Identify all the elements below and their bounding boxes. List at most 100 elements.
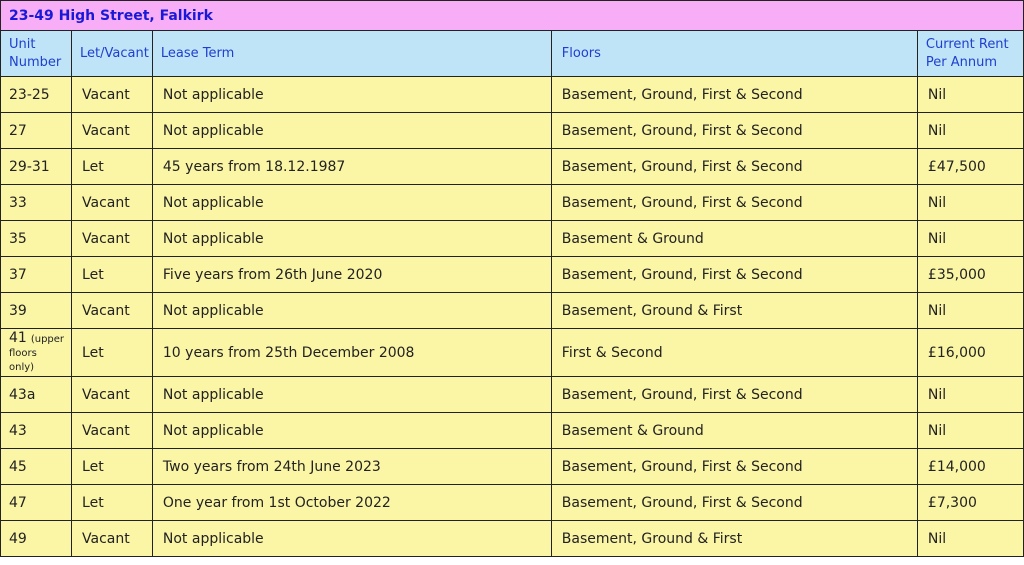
cell-current-rent: Nil	[916, 292, 1024, 329]
unit-number: 45	[9, 458, 27, 475]
header-unit-number: Unit Number	[0, 30, 73, 77]
cell-lease-term: Not applicable	[151, 76, 552, 113]
cell-lease-term: Not applicable	[151, 184, 552, 221]
cell-floors: Basement, Ground, First & Second	[550, 148, 918, 185]
cell-floors: Basement & Ground	[550, 220, 918, 257]
cell-lease-term: Not applicable	[151, 520, 552, 557]
unit-number: 37	[9, 266, 27, 283]
cell-let-vacant: Let	[71, 484, 153, 521]
cell-current-rent: £14,000	[916, 448, 1024, 485]
cell-unit-number: 23-25	[0, 76, 73, 113]
cell-current-rent: £7,300	[916, 484, 1024, 521]
cell-let-vacant: Let	[71, 328, 153, 377]
table-row: 47 Let One year from 1st October 2022 Ba…	[0, 484, 1024, 521]
cell-let-vacant: Vacant	[71, 112, 153, 149]
table-title: 23-49 High Street, Falkirk	[0, 0, 1024, 31]
cell-let-vacant: Vacant	[71, 292, 153, 329]
cell-let-vacant: Vacant	[71, 76, 153, 113]
property-schedule: 23-49 High Street, Falkirk Unit Number L…	[0, 0, 1024, 565]
cell-let-vacant: Vacant	[71, 184, 153, 221]
cell-floors: Basement, Ground & First	[550, 520, 918, 557]
header-row: Unit Number Let/Vacant Lease Term Floors…	[0, 30, 1024, 77]
cell-lease-term: Not applicable	[151, 220, 552, 257]
table-row: 37 Let Five years from 26th June 2020 Ba…	[0, 256, 1024, 293]
table-row: 29-31 Let 45 years from 18.12.1987 Basem…	[0, 148, 1024, 185]
cell-current-rent: Nil	[916, 520, 1024, 557]
cell-lease-term: One year from 1st October 2022	[151, 484, 552, 521]
unit-number: 29-31	[9, 158, 50, 175]
cell-let-vacant: Vacant	[71, 412, 153, 449]
cell-lease-term: Five years from 26th June 2020	[151, 256, 552, 293]
unit-number: 41	[9, 329, 27, 346]
header-current-rent: Current Rent Per Annum	[916, 30, 1024, 77]
cell-current-rent: Nil	[916, 412, 1024, 449]
unit-number: 23-25	[9, 86, 50, 103]
cell-floors: Basement, Ground, First & Second	[550, 376, 918, 413]
cell-unit-number: 41 (upper floors only)	[0, 328, 73, 377]
header-let-vacant: Let/Vacant	[71, 30, 153, 77]
cell-floors: Basement, Ground, First & Second	[550, 112, 918, 149]
cell-floors: First & Second	[550, 328, 918, 377]
cell-let-vacant: Let	[71, 148, 153, 185]
cell-floors: Basement & Ground	[550, 412, 918, 449]
cell-current-rent: Nil	[916, 376, 1024, 413]
cell-let-vacant: Let	[71, 448, 153, 485]
unit-number: 39	[9, 302, 27, 319]
cell-lease-term: Two years from 24th June 2023	[151, 448, 552, 485]
header-floors: Floors	[550, 30, 918, 77]
table-row: 41 (upper floors only) Let 10 years from …	[0, 328, 1024, 377]
unit-number: 27	[9, 122, 27, 139]
cell-current-rent: Nil	[916, 112, 1024, 149]
table-row: 43a Vacant Not applicable Basement, Grou…	[0, 376, 1024, 413]
cell-unit-number: 49	[0, 520, 73, 557]
cell-unit-number: 33	[0, 184, 73, 221]
unit-number: 35	[9, 230, 27, 247]
cell-lease-term: Not applicable	[151, 412, 552, 449]
unit-number: 49	[9, 530, 27, 547]
cell-current-rent: Nil	[916, 220, 1024, 257]
unit-number: 43a	[9, 386, 36, 403]
cell-current-rent: £35,000	[916, 256, 1024, 293]
cell-floors: Basement, Ground, First & Second	[550, 484, 918, 521]
cell-unit-number: 37	[0, 256, 73, 293]
cell-unit-number: 29-31	[0, 148, 73, 185]
cell-let-vacant: Let	[71, 256, 153, 293]
cell-let-vacant: Vacant	[71, 220, 153, 257]
table-row: 45 Let Two years from 24th June 2023 Bas…	[0, 448, 1024, 485]
header-lease-term: Lease Term	[151, 30, 552, 77]
cell-current-rent: Nil	[916, 76, 1024, 113]
table-body: 23-25 Vacant Not applicable Basement, Gr…	[0, 76, 1024, 557]
cell-unit-number: 45	[0, 448, 73, 485]
schedule-table: 23-49 High Street, Falkirk Unit Number L…	[0, 0, 1024, 557]
cell-lease-term: 10 years from 25th December 2008	[151, 328, 552, 377]
cell-lease-term: Not applicable	[151, 376, 552, 413]
cell-unit-number: 43	[0, 412, 73, 449]
table-row: 33 Vacant Not applicable Basement, Groun…	[0, 184, 1024, 221]
table-row: 49 Vacant Not applicable Basement, Groun…	[0, 520, 1024, 557]
cell-lease-term: Not applicable	[151, 292, 552, 329]
cell-floors: Basement, Ground, First & Second	[550, 256, 918, 293]
cell-floors: Basement, Ground, First & Second	[550, 184, 918, 221]
cell-floors: Basement, Ground, First & Second	[550, 76, 918, 113]
cell-let-vacant: Vacant	[71, 520, 153, 557]
cell-current-rent: Nil	[916, 184, 1024, 221]
table-row: 35 Vacant Not applicable Basement & Grou…	[0, 220, 1024, 257]
cell-unit-number: 43a	[0, 376, 73, 413]
cell-floors: Basement, Ground & First	[550, 292, 918, 329]
cell-unit-number: 35	[0, 220, 73, 257]
unit-number: 33	[9, 194, 27, 211]
cell-lease-term: 45 years from 18.12.1987	[151, 148, 552, 185]
cell-floors: Basement, Ground, First & Second	[550, 448, 918, 485]
cell-unit-number: 39	[0, 292, 73, 329]
cell-let-vacant: Vacant	[71, 376, 153, 413]
cell-unit-number: 27	[0, 112, 73, 149]
cell-unit-number: 47	[0, 484, 73, 521]
table-row: 23-25 Vacant Not applicable Basement, Gr…	[0, 76, 1024, 113]
title-row: 23-49 High Street, Falkirk	[0, 0, 1024, 31]
cell-lease-term: Not applicable	[151, 112, 552, 149]
cell-current-rent: £47,500	[916, 148, 1024, 185]
unit-number: 43	[9, 422, 27, 439]
cell-current-rent: £16,000	[916, 328, 1024, 377]
unit-number: 47	[9, 494, 27, 511]
table-row: 43 Vacant Not applicable Basement & Grou…	[0, 412, 1024, 449]
